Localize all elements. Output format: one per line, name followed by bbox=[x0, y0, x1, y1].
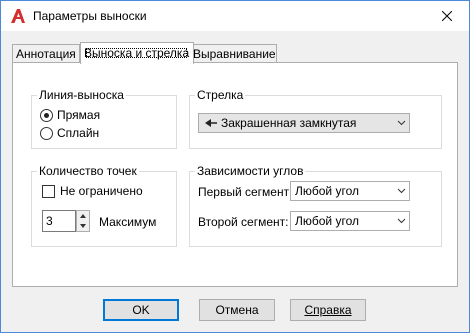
radio-spline[interactable]: Сплайн bbox=[40, 126, 99, 140]
arrow-group: Стрелка Закрашенная замкнутая bbox=[189, 88, 442, 149]
tab-leader-arrow[interactable]: Выноска и стрелка bbox=[80, 42, 194, 64]
first-segment-select[interactable]: Любой угол bbox=[290, 181, 410, 201]
leader-line-group: Линия-выноска Прямая Сплайн bbox=[31, 88, 177, 149]
radio-straight-label: Прямая bbox=[57, 108, 101, 122]
tab-leader-arrow-label: Выноска и стрелка bbox=[84, 46, 190, 60]
radio-spline-label: Сплайн bbox=[57, 126, 100, 140]
chevron-down-icon bbox=[393, 120, 409, 126]
radio-straight-control[interactable] bbox=[40, 108, 53, 122]
tab-panel: Линия-выноска Прямая Сплайн Стрелка Закр… bbox=[12, 62, 458, 287]
autocad-app-icon bbox=[11, 9, 25, 23]
first-segment-label: Первый сегмент: bbox=[198, 185, 293, 199]
tab-alignment[interactable]: Выравнивание bbox=[189, 44, 277, 63]
filled-closed-arrow-icon bbox=[205, 119, 217, 127]
chevron-down-icon bbox=[393, 188, 409, 194]
tab-alignment-label: Выравнивание bbox=[193, 47, 276, 61]
cancel-button[interactable]: Отмена bbox=[199, 299, 275, 321]
dialog-window: Параметры выноски Аннотация Выноска и ст… bbox=[0, 0, 470, 333]
max-points-stepper[interactable] bbox=[76, 210, 90, 232]
tab-annotation[interactable]: Аннотация bbox=[12, 44, 80, 63]
points-group: Количество точек Не ограничено 3 Максиму… bbox=[31, 164, 177, 247]
close-button[interactable] bbox=[425, 1, 469, 31]
unlimited-checkbox[interactable]: Не ограничено bbox=[42, 184, 143, 198]
arrow-type-value: Закрашенная замкнутая bbox=[221, 116, 357, 130]
close-icon bbox=[442, 11, 452, 21]
second-segment-value: Любой угол bbox=[295, 214, 359, 228]
second-segment-label: Второй сегмент: bbox=[198, 215, 289, 229]
arrow-type-select[interactable]: Закрашенная замкнутая bbox=[198, 113, 410, 133]
tab-annotation-label: Аннотация bbox=[16, 47, 76, 61]
spin-up-icon[interactable] bbox=[77, 211, 89, 221]
points-group-title: Количество точек bbox=[37, 164, 139, 178]
second-segment-select[interactable]: Любой угол bbox=[290, 211, 410, 231]
ok-button[interactable]: OK bbox=[103, 299, 179, 321]
help-button[interactable]: Справка bbox=[290, 299, 366, 321]
help-button-label: Справка bbox=[304, 303, 352, 317]
radio-straight[interactable]: Прямая bbox=[40, 108, 100, 122]
unlimited-checkbox-box[interactable] bbox=[42, 184, 55, 198]
spin-down-icon[interactable] bbox=[77, 221, 89, 231]
angles-group-title: Зависимости углов bbox=[195, 164, 306, 178]
chevron-down-icon bbox=[393, 218, 409, 224]
max-points-value: 3 bbox=[46, 214, 53, 228]
unlimited-label: Не ограничено bbox=[60, 184, 143, 198]
title-bar: Параметры выноски bbox=[1, 1, 469, 31]
max-points-input[interactable]: 3 bbox=[42, 210, 76, 232]
window-title: Параметры выноски bbox=[33, 9, 147, 23]
max-points-label: Максимум bbox=[99, 215, 157, 229]
radio-spline-control[interactable] bbox=[40, 126, 53, 140]
leader-line-group-title: Линия-выноска bbox=[37, 88, 126, 102]
first-segment-value: Любой угол bbox=[295, 184, 359, 198]
arrow-group-title: Стрелка bbox=[195, 88, 246, 102]
angles-group: Зависимости углов Первый сегмент: Любой … bbox=[189, 164, 442, 247]
